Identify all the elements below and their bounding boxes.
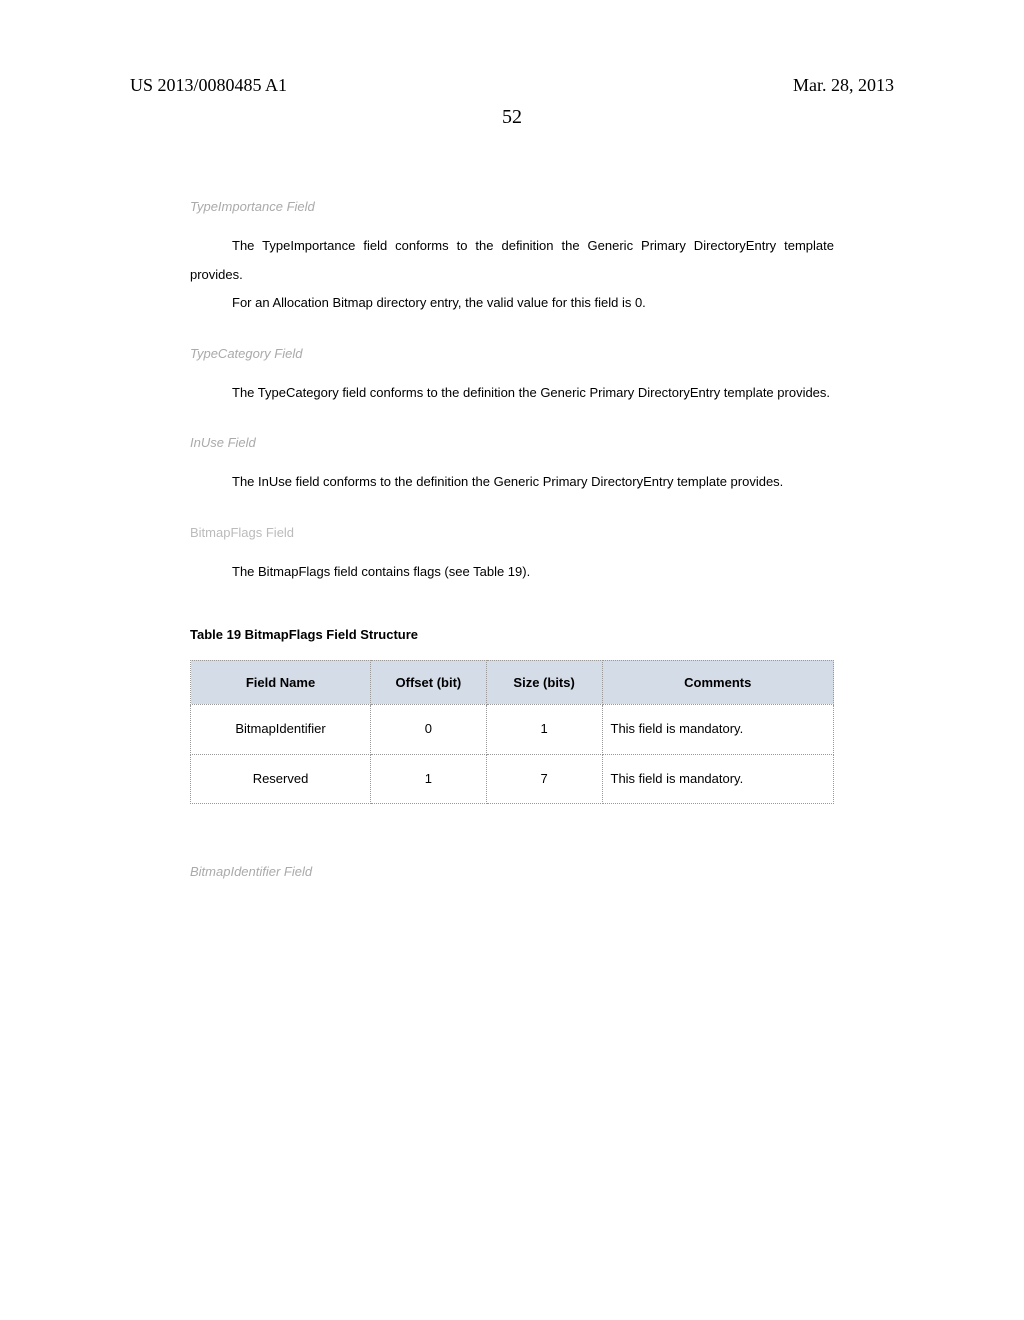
th-comments: Comments (602, 660, 834, 704)
th-size: Size (bits) (486, 660, 602, 704)
table-row: Reserved 1 7 This field is mandatory. (191, 754, 834, 804)
table-row: BitmapIdentifier 0 1 This field is manda… (191, 704, 834, 754)
td-size: 1 (486, 704, 602, 754)
heading-typecategory: TypeCategory Field (190, 346, 834, 361)
page-container: US 2013/0080485 A1 Mar. 28, 2013 52 Type… (0, 0, 1024, 957)
heading-bitmapidentifier: BitmapIdentifier Field (190, 864, 834, 879)
page-number: 52 (130, 106, 894, 129)
th-offset: Offset (bit) (371, 660, 487, 704)
td-field-name: Reserved (191, 754, 371, 804)
page-header: US 2013/0080485 A1 Mar. 28, 2013 (130, 75, 894, 96)
paragraph: The BitmapFlags field contains flags (se… (190, 558, 834, 587)
paragraph: The InUse field conforms to the definiti… (190, 468, 834, 497)
td-field-name: BitmapIdentifier (191, 704, 371, 754)
td-size: 7 (486, 754, 602, 804)
paragraph: The TypeCategory field conforms to the d… (190, 379, 834, 408)
page-content: TypeImportance Field The TypeImportance … (130, 199, 894, 879)
paragraph: For an Allocation Bitmap directory entry… (190, 289, 834, 318)
td-offset: 0 (371, 704, 487, 754)
table-title: Table 19 BitmapFlags Field Structure (190, 627, 834, 642)
publication-date: Mar. 28, 2013 (793, 75, 894, 96)
td-comments: This field is mandatory. (602, 754, 834, 804)
heading-bitmapflags: BitmapFlags Field (190, 525, 834, 540)
td-offset: 1 (371, 754, 487, 804)
bitmapflags-table: Field Name Offset (bit) Size (bits) Comm… (190, 660, 834, 805)
paragraph: The TypeImportance field conforms to the… (190, 232, 834, 289)
td-comments: This field is mandatory. (602, 704, 834, 754)
heading-typeimportance: TypeImportance Field (190, 199, 834, 214)
publication-number: US 2013/0080485 A1 (130, 75, 287, 96)
table-header-row: Field Name Offset (bit) Size (bits) Comm… (191, 660, 834, 704)
heading-inuse: InUse Field (190, 435, 834, 450)
th-field-name: Field Name (191, 660, 371, 704)
